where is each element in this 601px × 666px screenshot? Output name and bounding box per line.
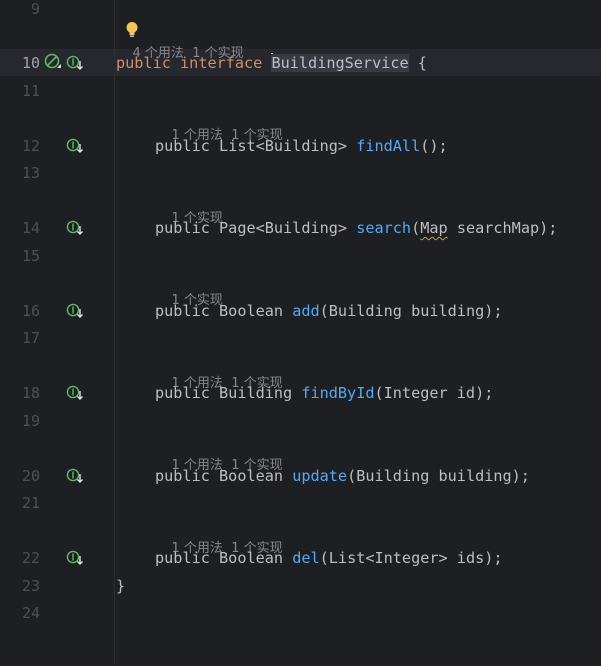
- implemented-gutter-icon[interactable]: [66, 138, 86, 156]
- params: (Building building);: [347, 467, 530, 485]
- param-type-warning[interactable]: Map: [420, 219, 447, 237]
- punctuation: {: [408, 54, 427, 72]
- code-line-del[interactable]: public Boolean del(List<Integer> ids);: [155, 548, 503, 568]
- return-type: Page<Building>: [219, 219, 348, 237]
- params: (List<Integer> ids);: [319, 549, 503, 567]
- return-type: Boolean: [219, 467, 284, 485]
- modifier: public: [155, 219, 210, 237]
- line-number: 16: [21, 302, 40, 320]
- line-number: 18: [21, 384, 40, 402]
- return-type: Building: [219, 384, 293, 402]
- line-number: 20: [21, 467, 40, 485]
- interface-icon[interactable]: [44, 53, 64, 73]
- code-line-findById[interactable]: public Building findById(Integer id);: [155, 383, 493, 403]
- method-name[interactable]: update: [292, 467, 347, 485]
- line-number: 17: [21, 329, 40, 347]
- code-line-interface[interactable]: public interface BuildingService {: [116, 53, 427, 73]
- implemented-gutter-icon[interactable]: [66, 303, 86, 321]
- method-name[interactable]: findAll: [356, 137, 420, 155]
- params: (Building building);: [319, 302, 503, 320]
- line-number: 14: [21, 219, 40, 237]
- implemented-gutter-icon[interactable]: [66, 385, 86, 403]
- code-line-closing-brace[interactable]: }: [116, 576, 125, 596]
- method-name[interactable]: del: [292, 549, 319, 567]
- code-line-add[interactable]: public Boolean add(Building building);: [155, 301, 503, 321]
- line-number: 10: [21, 54, 40, 72]
- line-number: 15: [21, 247, 40, 265]
- gutter-separator: [114, 0, 115, 666]
- return-type: Boolean: [219, 302, 284, 320]
- implemented-gutter-icon[interactable]: [66, 468, 86, 486]
- code-line-search[interactable]: public Page<Building> search(Map searchM…: [155, 218, 557, 238]
- return-type: List<Building>: [219, 137, 348, 155]
- params: searchMap);: [447, 219, 558, 237]
- line-number: 12: [21, 137, 40, 155]
- code-line-update[interactable]: public Boolean update(Building building)…: [155, 466, 530, 486]
- keyword: public: [116, 54, 171, 72]
- punctuation: }: [116, 577, 126, 595]
- method-name[interactable]: findById: [301, 384, 374, 402]
- line-number: 11: [21, 82, 40, 100]
- line-number: 24: [21, 604, 40, 622]
- method-name[interactable]: search: [356, 219, 411, 237]
- modifier: public: [155, 549, 210, 567]
- modifier: public: [155, 302, 210, 320]
- code-editor[interactable]: 9 10 11 12 13 14 15 16 17 18 19 20 21 22…: [0, 0, 601, 666]
- line-number: 21: [21, 494, 40, 512]
- line-number: 9: [30, 0, 40, 18]
- params: ();: [420, 137, 448, 155]
- modifier: public: [155, 467, 210, 485]
- params: (Integer id);: [374, 384, 494, 402]
- line-number: 23: [21, 577, 40, 595]
- method-name[interactable]: add: [292, 302, 319, 320]
- implemented-gutter-icon[interactable]: [66, 55, 86, 73]
- line-number: 22: [21, 549, 40, 567]
- line-number: 13: [21, 164, 40, 182]
- code-line-findAll[interactable]: public List<Building> findAll();: [155, 136, 448, 156]
- implemented-gutter-icon[interactable]: [66, 550, 86, 568]
- implemented-gutter-icon[interactable]: [66, 220, 86, 238]
- return-type: Boolean: [219, 549, 284, 567]
- keyword: interface: [180, 54, 263, 72]
- modifier: public: [155, 137, 210, 155]
- modifier: public: [155, 384, 210, 402]
- line-number: 19: [21, 412, 40, 430]
- interface-name[interactable]: BuildingService: [271, 54, 409, 72]
